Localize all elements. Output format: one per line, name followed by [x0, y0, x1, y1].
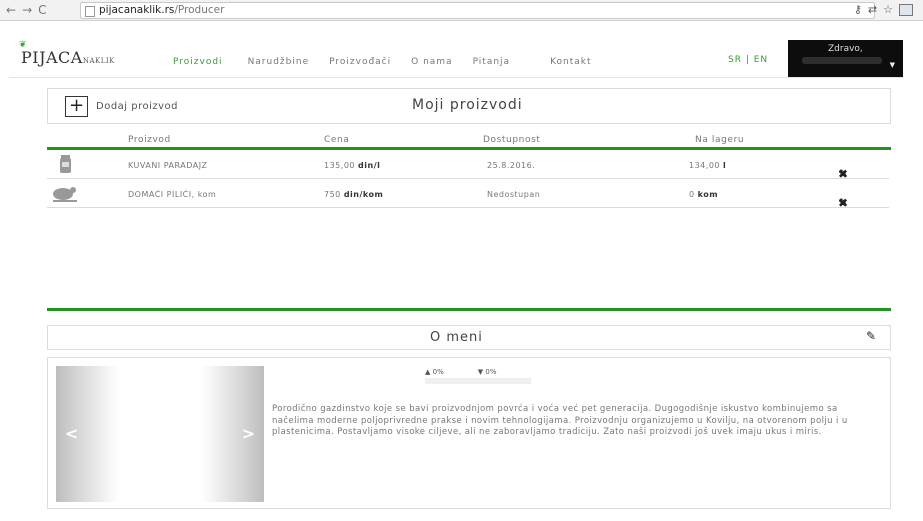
nav-buttons: ← → C — [6, 3, 47, 17]
table-row: KUVANI PARADAJZ 135,00 din/l 25.8.2016. … — [47, 150, 889, 181]
site-logo[interactable]: ❦ PIJACANAKLIK — [19, 40, 115, 67]
main-menu: Proizvodi Narudžbine Proizvođači O nama … — [173, 57, 612, 67]
menu-item-o-nama[interactable]: O nama — [411, 57, 452, 67]
about-title: O meni — [430, 330, 483, 345]
caret-down-icon: ▼ — [889, 61, 895, 69]
column-header-product: Proizvod — [128, 135, 171, 145]
product-price: 135,00 din/l — [324, 161, 381, 170]
column-header-availability: Dostupnost — [483, 135, 541, 145]
translate-icon[interactable]: ⇄ — [868, 3, 877, 16]
forward-icon[interactable]: → — [22, 3, 32, 17]
star-icon[interactable]: ☆ — [883, 3, 893, 16]
panel-title: Moji proizvodi — [412, 97, 523, 113]
edit-icon[interactable]: ✎ — [866, 329, 876, 343]
chevron-left-icon[interactable]: < — [65, 424, 78, 443]
menu-item-pitanja[interactable]: Pitanja — [473, 57, 511, 67]
leaf-icon: ❦ — [19, 40, 28, 50]
url-path: /Producer — [174, 4, 225, 16]
column-header-price: Cena — [324, 135, 350, 145]
jar-icon — [60, 155, 71, 173]
thumbs-up-icon: ▲ — [425, 368, 431, 376]
column-header-stock: Na lageru — [695, 135, 745, 145]
product-stock: 134,00 l — [689, 161, 727, 170]
chevron-right-icon[interactable]: > — [242, 424, 255, 443]
delete-icon[interactable]: ✖ — [838, 196, 849, 210]
add-product-label[interactable]: Dodaj proizvod — [96, 101, 178, 112]
language-switch[interactable]: SR | EN — [728, 55, 768, 65]
page-icon — [85, 6, 95, 17]
products-panel-header: + Dodaj proizvod Moji proizvodi — [47, 88, 891, 124]
section-divider — [47, 308, 891, 311]
user-menu[interactable]: Zdravo, ▼ — [788, 40, 903, 77]
reload-icon[interactable]: C — [38, 3, 46, 17]
logo-sub: NAKLIK — [82, 57, 115, 65]
about-panel-header: O meni ✎ — [47, 325, 891, 350]
thumbs-down-icon: ▼ — [477, 368, 484, 376]
product-price: 750 din/kom — [324, 190, 384, 199]
plus-icon: + — [68, 95, 85, 116]
url-host: pijacanaklik.rs — [99, 4, 175, 16]
user-name-redacted — [802, 57, 882, 64]
product-availability: Nedostupan — [487, 190, 541, 199]
product-availability: 25.8.2016. — [487, 161, 536, 170]
browser-toolbar: ← → C pijacanaklik.rs/Producer ⚷ ⇄ ☆ — [0, 0, 923, 21]
logo-main: PIJACA — [21, 48, 83, 67]
address-bar[interactable]: pijacanaklik.rs/Producer — [80, 2, 875, 19]
menu-item-narudzbine[interactable]: Narudžbine — [248, 57, 310, 67]
menu-item-proizvodi[interactable]: Proizvodi — [173, 57, 223, 67]
product-name: DOMAĆI PILIĆI, kom — [128, 190, 217, 199]
products-table-header: Proizvod Cena Dostupnost Na lageru — [47, 133, 889, 147]
user-greeting: Zdravo, — [828, 44, 863, 54]
about-description: Porodično gazdinstvo koje se bavi proizv… — [272, 404, 848, 437]
rating-bar — [425, 378, 531, 384]
like-rating[interactable]: ▲ 0% — [425, 368, 444, 376]
rating-summary: ▲ 0% ▼ 0% — [425, 368, 496, 376]
window-icon[interactable] — [899, 4, 913, 16]
dislike-rating[interactable]: ▼ 0% — [478, 368, 497, 376]
key-icon[interactable]: ⚷ — [854, 3, 862, 16]
product-name: KUVANI PARADAJZ — [128, 161, 208, 170]
browser-actions: ⚷ ⇄ ☆ — [854, 3, 913, 16]
chicken-icon — [53, 187, 77, 202]
menu-item-proizvodjaci[interactable]: Proizvođači — [329, 57, 391, 67]
site-navbar: ❦ PIJACANAKLIK Proizvodi Narudžbine Proi… — [9, 40, 903, 78]
table-row: DOMAĆI PILIĆI, kom 750 din/kom Nedostupa… — [47, 179, 889, 210]
menu-item-kontakt[interactable]: Kontakt — [550, 57, 591, 67]
product-stock: 0 kom — [689, 190, 719, 199]
about-panel: < > ▲ 0% ▼ 0% Porodično gazdinstvo koje … — [47, 357, 891, 509]
image-slider: < > — [56, 366, 264, 502]
back-icon[interactable]: ← — [6, 3, 16, 17]
add-product-button[interactable]: + — [65, 96, 88, 117]
